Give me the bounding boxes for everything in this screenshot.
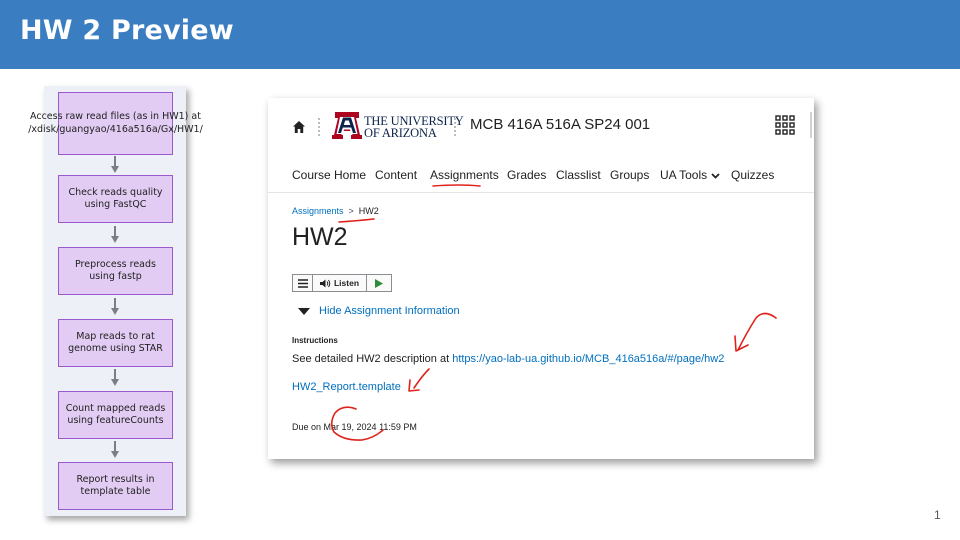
- university-logo[interactable]: THE UNIVERSITY OF ARIZONA: [332, 110, 464, 142]
- logo-line-2: OF ARIZONA: [364, 126, 437, 140]
- breadcrumb-separator: >: [348, 206, 354, 216]
- flow-arrow-1: [111, 156, 119, 173]
- d2l-assignment-screenshot: THE UNIVERSITY OF ARIZONA MCB 416A 516A …: [268, 98, 814, 459]
- page-title: HW2: [292, 223, 348, 251]
- flow-step-report: Report results in template table: [58, 462, 173, 510]
- nav-classlist[interactable]: Classlist: [556, 168, 601, 182]
- nav-course-home[interactable]: Course Home: [292, 168, 366, 182]
- due-date-value: Mar 19, 2024 11:59 PM: [323, 422, 417, 432]
- readspeaker-listen-bar: Listen: [292, 274, 392, 292]
- flow-step-fastqc: Check reads quality using FastQC: [58, 175, 173, 223]
- chevron-down-icon: [711, 173, 720, 179]
- breadcrumb: Assignments > HW2: [292, 206, 379, 216]
- instructions-label: Instructions: [292, 336, 338, 345]
- hw2-description-link[interactable]: https://yao-lab-ua.github.io/MCB_416a516…: [452, 353, 724, 365]
- listen-button[interactable]: Listen: [313, 275, 367, 291]
- flow-arrow-2: [111, 226, 119, 243]
- app-grid-icon[interactable]: [775, 115, 795, 135]
- breadcrumb-current: HW2: [358, 206, 379, 216]
- nav-content[interactable]: Content: [375, 168, 417, 182]
- flow-step-access-reads: Access raw read files (as in HW1) at /xd…: [28, 92, 203, 155]
- flow-arrow-3: [111, 298, 119, 315]
- scrollbar[interactable]: [810, 112, 812, 138]
- caret-down-icon: [298, 307, 310, 315]
- hide-assignment-info-toggle[interactable]: Hide Assignment Information: [298, 305, 460, 317]
- slide-title: HW 2 Preview: [20, 15, 234, 46]
- speaker-icon: [319, 279, 331, 287]
- nav-assignments[interactable]: Assignments: [430, 168, 499, 182]
- nav-ua-tools[interactable]: UA Tools: [660, 168, 720, 182]
- flow-step-fastp: Preprocess reads using fastp: [58, 247, 173, 295]
- listen-label: Listen: [333, 278, 360, 288]
- report-template-link[interactable]: HW2_Report.template: [292, 381, 401, 393]
- listen-menu-button[interactable]: [293, 275, 313, 291]
- page-number: 1: [934, 508, 941, 522]
- play-icon: [375, 278, 383, 288]
- home-icon[interactable]: [292, 120, 306, 134]
- workflow-flowchart: Access raw read files (as in HW1) at /xd…: [28, 86, 203, 516]
- menu-icon: [297, 278, 308, 288]
- flow-step-star: Map reads to rat genome using STAR: [58, 319, 173, 367]
- slide-title-bar: HW 2 Preview: [0, 0, 960, 69]
- course-navbar: Course Home Content Assignments Grades C…: [268, 158, 814, 193]
- flow-arrow-4: [111, 369, 119, 386]
- instructions-prefix: See detailed HW2 description at: [292, 353, 453, 365]
- header-separator: [318, 118, 320, 136]
- nav-quizzes[interactable]: Quizzes: [731, 168, 774, 182]
- listen-play-button[interactable]: [367, 275, 391, 291]
- hide-assignment-info-label: Hide Assignment Information: [319, 305, 460, 317]
- header-separator-2: [454, 118, 456, 136]
- flow-arrow-5: [111, 441, 119, 458]
- course-name[interactable]: MCB 416A 516A SP24 001: [470, 116, 650, 133]
- breadcrumb-assignments-link[interactable]: Assignments: [292, 206, 344, 216]
- nav-groups[interactable]: Groups: [610, 168, 649, 182]
- nav-ua-tools-label: UA Tools: [660, 168, 708, 182]
- instructions-text: See detailed HW2 description at https://…: [292, 353, 724, 365]
- due-prefix: Due on: [292, 422, 324, 432]
- nav-grades[interactable]: Grades: [507, 168, 546, 182]
- arizona-a-logo-icon: [332, 112, 362, 139]
- flow-step-featurecounts: Count mapped reads using featureCounts: [58, 391, 173, 439]
- due-date: Due on Mar 19, 2024 11:59 PM: [292, 422, 417, 432]
